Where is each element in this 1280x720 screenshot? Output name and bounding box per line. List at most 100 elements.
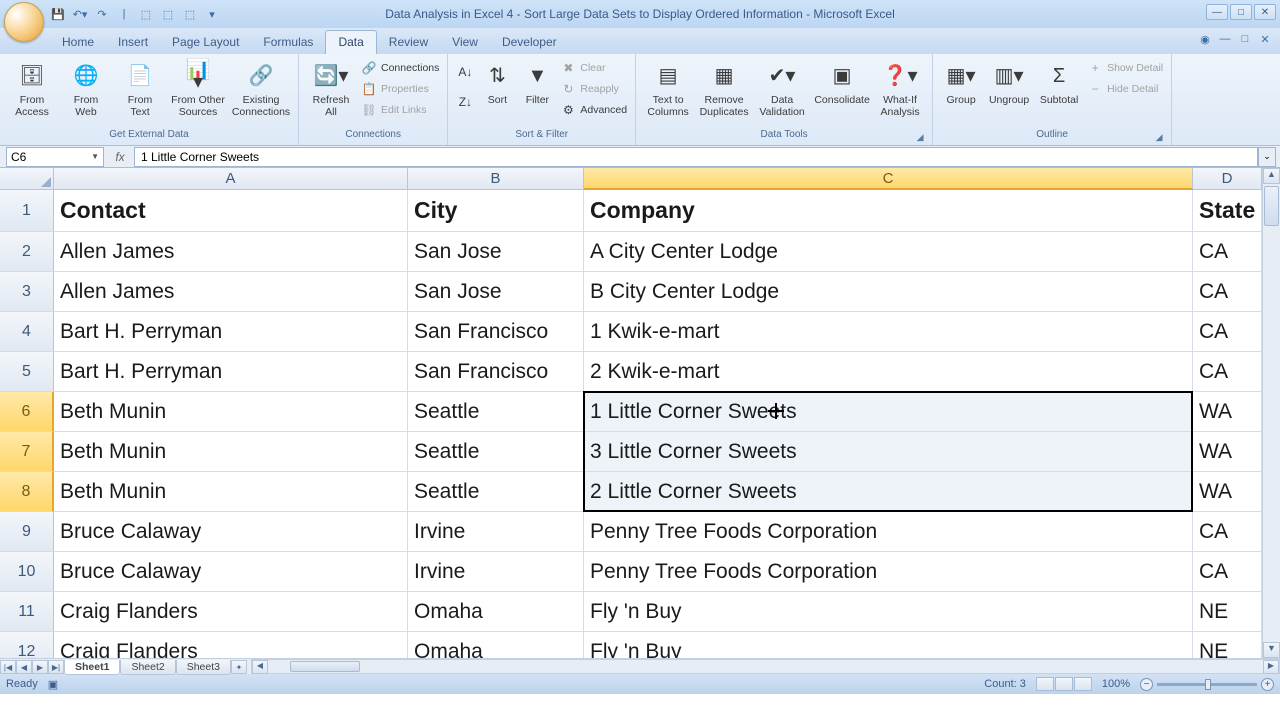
cell[interactable]: 3 Little Corner Sweets (584, 432, 1193, 472)
cell[interactable]: Contact (54, 190, 408, 232)
show-detail-button[interactable]: +Show Detail (1085, 58, 1165, 78)
zoom-slider[interactable] (1157, 683, 1257, 686)
row-header[interactable]: 3 (0, 272, 54, 312)
cell[interactable]: Craig Flanders (54, 632, 408, 658)
formula-input[interactable]: 1 Little Corner Sweets (134, 147, 1258, 167)
cell[interactable]: Beth Munin (54, 432, 408, 472)
sheet-nav-first[interactable]: |◀ (0, 660, 16, 674)
tab-view[interactable]: View (440, 31, 490, 54)
cell[interactable]: Penny Tree Foods Corporation (584, 512, 1193, 552)
cell[interactable]: Bart H. Perryman (54, 312, 408, 352)
qat-customize-icon[interactable]: ▾ (204, 6, 220, 22)
cell[interactable]: Penny Tree Foods Corporation (584, 552, 1193, 592)
qat-tool-3-icon[interactable]: ⬚ (182, 6, 198, 22)
scroll-up-button[interactable]: ▲ (1263, 168, 1280, 184)
insert-function-button[interactable]: fx (110, 150, 130, 164)
sort-desc-button[interactable]: Z↓ (454, 92, 476, 112)
sort-button[interactable]: ⇅Sort (478, 56, 516, 106)
consolidate-button[interactable]: ▣Consolidate (812, 56, 872, 106)
cell[interactable]: Omaha (408, 632, 584, 658)
row-header[interactable]: 6 (0, 392, 54, 432)
cell[interactable]: WA (1193, 392, 1262, 432)
ribbon-restore-icon[interactable]: □ (1238, 32, 1252, 46)
clear-filter-button[interactable]: ✖Clear (558, 58, 629, 78)
edit-links-button[interactable]: ⛓Edit Links (359, 100, 441, 120)
cell[interactable]: Seattle (408, 472, 584, 512)
sheet-tab-3[interactable]: Sheet3 (176, 660, 231, 675)
view-normal-button[interactable] (1036, 677, 1054, 691)
tab-formulas[interactable]: Formulas (251, 31, 325, 54)
cell[interactable]: Bruce Calaway (54, 512, 408, 552)
scroll-right-button[interactable]: ▶ (1263, 660, 1279, 674)
tab-developer[interactable]: Developer (490, 31, 569, 54)
cell[interactable]: B City Center Lodge (584, 272, 1193, 312)
cell[interactable]: Beth Munin (54, 392, 408, 432)
zoom-in-button[interactable]: + (1261, 678, 1274, 691)
sheet-tab-1[interactable]: Sheet1 (64, 660, 120, 675)
cell[interactable]: A City Center Lodge (584, 232, 1193, 272)
reapply-button[interactable]: ↻Reapply (558, 79, 629, 99)
cell[interactable]: 1 Little Corner Sweets (584, 392, 1193, 432)
cell[interactable]: 2 Little Corner Sweets (584, 472, 1193, 512)
data-tools-launcher-icon[interactable]: ◢ (914, 132, 926, 144)
subtotal-button[interactable]: ΣSubtotal (1035, 56, 1083, 106)
cell[interactable]: Seattle (408, 432, 584, 472)
row-header[interactable]: 10 (0, 552, 54, 592)
advanced-filter-button[interactable]: ⚙Advanced (558, 100, 629, 120)
vscroll-thumb[interactable] (1264, 186, 1279, 226)
view-page-break-button[interactable] (1074, 677, 1092, 691)
macro-record-icon[interactable]: ▣ (48, 678, 58, 691)
cell[interactable]: 2 Kwik-e-mart (584, 352, 1193, 392)
sheet-tab-2[interactable]: Sheet2 (120, 660, 175, 675)
cell[interactable]: CA (1193, 512, 1262, 552)
from-other-sources-button[interactable]: 📊▾From Other Sources (168, 56, 228, 118)
filter-button[interactable]: ▼Filter (518, 56, 556, 106)
cell[interactable]: Company (584, 190, 1193, 232)
cell[interactable]: Bart H. Perryman (54, 352, 408, 392)
what-if-button[interactable]: ❓▾What-If Analysis (874, 56, 926, 118)
row-header[interactable]: 8 (0, 472, 54, 512)
cell[interactable]: Irvine (408, 512, 584, 552)
name-box-dropdown-icon[interactable]: ▼ (91, 152, 99, 161)
hscroll-thumb[interactable] (290, 661, 360, 672)
existing-connections-button[interactable]: 🔗Existing Connections (230, 56, 292, 118)
minimize-button[interactable]: — (1206, 4, 1228, 20)
cell[interactable]: Craig Flanders (54, 592, 408, 632)
text-to-columns-button[interactable]: ▤Text to Columns (642, 56, 694, 118)
cell[interactable]: Fly 'n Buy (584, 632, 1193, 658)
grid-rows[interactable]: 1ContactCityCompanyState2Allen JamesSan … (0, 190, 1262, 658)
scroll-down-button[interactable]: ▼ (1263, 642, 1280, 658)
row-header[interactable]: 11 (0, 592, 54, 632)
cell[interactable]: Irvine (408, 552, 584, 592)
row-header[interactable]: 9 (0, 512, 54, 552)
office-button[interactable] (4, 2, 44, 42)
remove-duplicates-button[interactable]: ▦Remove Duplicates (696, 56, 752, 118)
zoom-handle[interactable] (1205, 679, 1211, 690)
row-header[interactable]: 7 (0, 432, 54, 472)
help-icon[interactable]: ◉ (1198, 32, 1212, 46)
cell[interactable]: San Jose (408, 272, 584, 312)
properties-button[interactable]: 📋Properties (359, 79, 441, 99)
undo-icon[interactable]: ↶▾ (72, 6, 88, 22)
row-header[interactable]: 5 (0, 352, 54, 392)
cell[interactable]: CA (1193, 552, 1262, 592)
cell[interactable]: CA (1193, 232, 1262, 272)
cell[interactable]: San Francisco (408, 352, 584, 392)
insert-sheet-button[interactable]: ✦ (231, 660, 247, 674)
sheet-nav-prev[interactable]: ◀ (16, 660, 32, 674)
sheet-nav-last[interactable]: ▶| (48, 660, 64, 674)
row-header[interactable]: 4 (0, 312, 54, 352)
cell[interactable]: WA (1193, 432, 1262, 472)
tab-home[interactable]: Home (50, 31, 106, 54)
cell[interactable]: Omaha (408, 592, 584, 632)
cell[interactable]: Fly 'n Buy (584, 592, 1193, 632)
cell[interactable]: Allen James (54, 232, 408, 272)
column-header-C[interactable]: C (584, 168, 1193, 190)
scroll-left-button[interactable]: ◀ (252, 660, 268, 674)
column-header-B[interactable]: B (408, 168, 584, 190)
cell[interactable]: NE (1193, 632, 1262, 658)
tab-review[interactable]: Review (377, 31, 440, 54)
horizontal-scrollbar[interactable]: ◀ ▶ (251, 659, 1280, 674)
ribbon-close-icon[interactable]: ✕ (1258, 32, 1272, 46)
hide-detail-button[interactable]: −Hide Detail (1085, 79, 1165, 99)
